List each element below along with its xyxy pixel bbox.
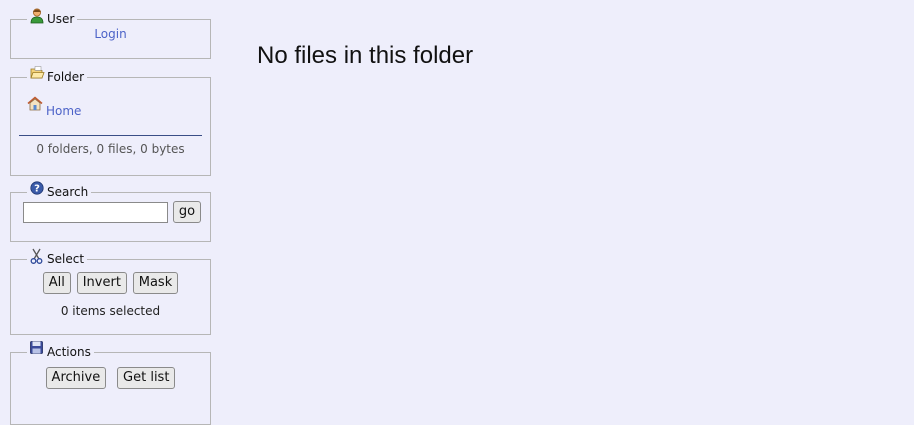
folder-home-link[interactable]: Home xyxy=(46,104,81,118)
user-icon xyxy=(30,8,44,24)
folder-open-icon xyxy=(30,66,45,80)
empty-folder-message: No files in this folder xyxy=(257,42,474,69)
select-panel: Select All Invert Mask 0 items selected xyxy=(10,248,211,335)
folder-summary: 0 folders, 0 files, 0 bytes xyxy=(36,142,185,156)
select-mask-button[interactable]: Mask xyxy=(132,272,179,294)
floppy-disk-icon xyxy=(30,341,44,355)
login-link[interactable]: Login xyxy=(94,27,126,41)
select-legend: Select xyxy=(27,248,87,266)
folder-home-row: Home xyxy=(19,84,202,118)
select-legend-label: Select xyxy=(47,252,85,266)
actions-legend: Actions xyxy=(27,341,94,359)
user-legend-label: User xyxy=(47,12,75,26)
actions-panel: Actions Archive Get list xyxy=(10,341,211,425)
search-go-button[interactable]: go xyxy=(172,201,202,223)
folder-legend-label: Folder xyxy=(47,70,85,84)
select-invert-button[interactable]: Invert xyxy=(76,272,127,294)
selection-status: 0 items selected xyxy=(60,304,161,318)
actions-legend-label: Actions xyxy=(47,345,91,359)
folder-panel: Folder Home 0 folders, 0 files, 0 bytes xyxy=(10,66,211,176)
user-legend: User xyxy=(27,8,77,26)
scissors-icon xyxy=(30,248,44,264)
select-all-button[interactable]: All xyxy=(42,272,71,294)
archive-button[interactable]: Archive xyxy=(45,367,107,389)
folder-legend: Folder xyxy=(27,66,87,84)
search-legend: ? Search xyxy=(27,181,91,199)
search-input[interactable] xyxy=(23,201,168,223)
get-list-button[interactable]: Get list xyxy=(117,367,176,389)
home-icon xyxy=(27,96,43,114)
user-panel: User Login xyxy=(10,8,211,59)
search-legend-label: Search xyxy=(47,185,89,199)
help-icon: ? xyxy=(30,181,44,195)
svg-text:?: ? xyxy=(34,184,40,195)
search-panel: ? Search go xyxy=(10,181,212,242)
